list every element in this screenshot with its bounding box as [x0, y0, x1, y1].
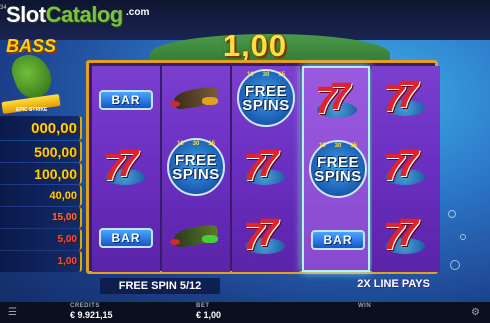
free-spins-number: 15: [278, 72, 285, 78]
free-spins-number: 10: [319, 143, 326, 149]
spins-label: SPINS: [314, 168, 362, 185]
reels-frame: BAR 7 7 BAR 10 30 15 FREE SPINS 10 30 15 FREE SPINS 7 7…: [86, 60, 440, 274]
reel-5: 77 77 77: [372, 66, 440, 272]
free-spins-symbol: 10 30 15 FREE SPINS: [305, 138, 371, 204]
paytable-row: 40,00: [0, 185, 82, 206]
logo-ribbon-text: EPIC STRIKE: [16, 107, 48, 113]
seven-fish-icon: 77: [241, 212, 291, 264]
reel-symbol: 77: [372, 204, 440, 272]
free-spins-number: 15: [208, 141, 215, 147]
line-pays-label: 2X LINE PAYS: [357, 278, 430, 290]
bet-label: BET: [196, 303, 210, 309]
bar-symbol: BAR: [99, 228, 153, 248]
bet-display[interactable]: BET € 1,00: [196, 303, 221, 320]
reel-symbol: 10 30 15 FREE SPINS: [304, 137, 372, 205]
paytable: 000,00 500,00 100,00 40,00 15,00 5,00 1,…: [0, 116, 82, 273]
credits-value: € 9.921,15: [70, 310, 113, 320]
fishing-fly-icon: [168, 85, 224, 115]
reel-symbol: BAR: [92, 204, 160, 272]
free-spins-number: 10: [247, 72, 254, 78]
paytable-row: 500,00: [0, 141, 82, 162]
seven-fish-icon: 77: [313, 76, 363, 128]
watermark-com: .com: [126, 7, 150, 18]
credits-label: CREDITS: [70, 303, 100, 309]
slotcatalog-watermark: Slot Catalog .com: [6, 2, 149, 32]
reel-symbol: 10 30 15 FREE SPINS: [162, 135, 230, 203]
reel-symbol: 77: [304, 68, 372, 136]
free-spins-number: 30: [262, 72, 270, 78]
reel-3: 10 30 15 FREE SPINS 7 7 7 7: [232, 66, 300, 272]
win-display: WIN: [358, 303, 371, 310]
bet-value: € 1,00: [196, 310, 222, 320]
menu-icon[interactable]: ☰: [8, 307, 19, 318]
paytable-row: 15,00: [0, 207, 82, 228]
reel-symbol: 77: [232, 204, 300, 272]
bar-symbol: BAR: [311, 230, 365, 250]
status-bar: FREE SPIN 5/12 2X LINE PAYS: [86, 278, 438, 294]
free-spins-number: 10: [177, 141, 184, 147]
reel-symbol: [162, 204, 230, 272]
seven-fish-icon: 77: [381, 212, 431, 264]
win-label: WIN: [358, 303, 372, 309]
bottom-bar: ☰ CREDITS € 9.921,15 BET € 1,00 WIN ⚙: [0, 302, 490, 323]
seven-fish-icon: 77: [241, 143, 291, 195]
reel-symbol: 77: [372, 66, 440, 134]
reel-symbol: 10 30 15 FREE SPINS: [232, 66, 300, 134]
spins-label: SPINS: [242, 97, 290, 114]
free-spin-counter: FREE SPIN 5/12: [100, 278, 220, 294]
free-spins-symbol: 10 30 15 FREE SPINS: [163, 136, 229, 202]
seven-fish-icon: 77: [381, 74, 431, 126]
reel-symbol: 77: [232, 135, 300, 203]
free-spins-number: 30: [334, 143, 342, 149]
free-spins-number: 15: [350, 143, 357, 149]
watermark-catalog: Catalog: [45, 2, 124, 27]
reel-symbol: [162, 66, 230, 134]
fishing-fly-icon: [168, 223, 224, 253]
reel-symbol: 77: [92, 135, 160, 203]
settings-icon[interactable]: ⚙: [471, 307, 482, 318]
paytable-row: 1,00: [0, 251, 82, 272]
game-stage: 34 Slot Catalog .com BASS EPIC STRIKE 1,…: [0, 0, 490, 323]
watermark-slot: Slot: [6, 2, 46, 27]
game-logo: BASS EPIC STRIKE: [0, 32, 62, 114]
free-spins-number: 30: [192, 141, 200, 147]
paytable-row: 100,00: [0, 163, 82, 184]
free-spins-symbol: 10 30 15 FREE SPINS: [233, 67, 299, 133]
reel-2: 10 30 15 FREE SPINS: [162, 66, 230, 272]
reel-symbol: BAR: [304, 206, 372, 274]
bubbles-decoration: [440, 200, 480, 290]
seven-fish-icon: 77: [101, 143, 151, 195]
reel-1: BAR 7 7 BAR: [92, 66, 160, 272]
reel-symbol: 77: [372, 135, 440, 203]
credits-display: CREDITS € 9.921,15: [70, 303, 113, 320]
win-amount-display: 1,00: [222, 28, 288, 63]
reel-4: 7 7 10 30 15 FREE SPINS BAR: [302, 66, 370, 272]
seven-fish-icon: 77: [381, 143, 431, 195]
bar-symbol: BAR: [99, 90, 153, 110]
paytable-row: 5,00: [0, 229, 82, 250]
spins-label: SPINS: [172, 166, 220, 183]
reel-symbol: BAR: [92, 66, 160, 134]
paytable-row: 000,00: [0, 116, 82, 140]
